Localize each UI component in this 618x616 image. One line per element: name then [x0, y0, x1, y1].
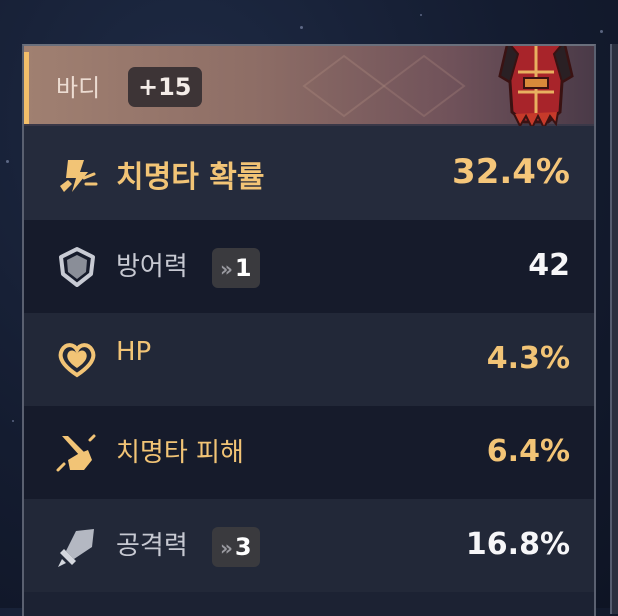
- enhance-level-badge: +15: [128, 67, 202, 107]
- sub-stat-row[interactable]: 방어력 »1 42: [24, 220, 594, 313]
- header-pattern: [302, 54, 466, 118]
- stat-label: 치명타 확률: [116, 160, 265, 195]
- stat-label: 방어력: [116, 252, 188, 282]
- background-star: [600, 30, 603, 33]
- hp-heart-icon: [58, 343, 96, 378]
- sub-stat-row[interactable]: 공격력 »3 16.8%: [24, 499, 594, 592]
- stat-value: 4.3%: [486, 341, 570, 376]
- main-stat-row[interactable]: 치명타 확률 32.4%: [24, 126, 594, 220]
- double-chevron-icon: »: [220, 257, 233, 281]
- reroll-count-badge: »1: [212, 248, 260, 288]
- next-equipment-card-edge[interactable]: [610, 44, 618, 614]
- reroll-count-badge: »3: [212, 527, 260, 567]
- reroll-count: 1: [234, 254, 252, 282]
- header-accent-bar: [24, 52, 29, 126]
- sub-stat-row[interactable]: HP 4.3%: [24, 313, 594, 406]
- defense-shield-icon: [59, 247, 95, 287]
- background-star: [300, 26, 303, 29]
- item-name: 바디: [56, 74, 101, 102]
- stat-value: 6.4%: [486, 434, 570, 469]
- reroll-count: 3: [234, 533, 252, 561]
- background-star: [6, 160, 9, 163]
- equipment-stat-card[interactable]: 바디 +15 치명타 확률 32.4% 방어력 »1 42 HP 4.3% 치명…: [22, 44, 596, 616]
- body-armor-icon: [498, 46, 574, 131]
- stat-label: HP: [116, 337, 152, 367]
- stat-value: 16.8%: [465, 527, 570, 562]
- stat-label: 치명타 피해: [116, 438, 244, 468]
- sub-stat-row[interactable]: 치명타 피해 6.4%: [24, 406, 594, 499]
- double-chevron-icon: »: [220, 536, 233, 560]
- stat-value: 42: [528, 248, 570, 283]
- crit-damage-icon: [56, 434, 96, 472]
- stat-value: 32.4%: [452, 152, 570, 192]
- crit-rate-icon: [60, 160, 98, 192]
- background-star: [12, 420, 14, 422]
- stat-label: 공격력: [116, 531, 188, 561]
- attack-sword-icon: [58, 529, 94, 567]
- background-star: [420, 14, 422, 16]
